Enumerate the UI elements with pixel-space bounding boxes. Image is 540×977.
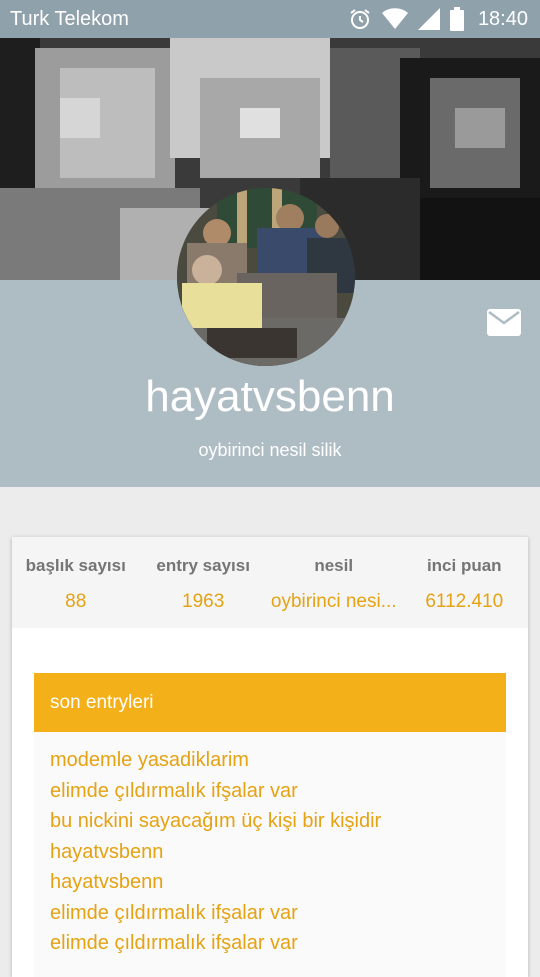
- avatar[interactable]: [177, 188, 355, 366]
- profile-card: başlık sayısı 88 entry sayısı 1963 nesil…: [12, 537, 528, 977]
- entry-link[interactable]: elimde çıldırmalık ifşalar var: [50, 776, 506, 807]
- avatar-image: [177, 188, 355, 366]
- stat-inci-points: inci puan 6112.410: [401, 537, 528, 628]
- mail-icon: [487, 309, 521, 336]
- stat-value: 88: [65, 591, 87, 612]
- stat-label: inci puan: [426, 556, 502, 575]
- status-icons: 18:40: [348, 6, 528, 32]
- entry-link[interactable]: hayatvsbenn: [50, 837, 506, 868]
- entry-link[interactable]: modemle yasadiklarim: [50, 745, 506, 776]
- stat-value: oybirinci nesi...: [270, 591, 397, 612]
- entry-link[interactable]: elimde çıldırmalık ifşalar var: [50, 898, 506, 929]
- message-button[interactable]: [487, 309, 521, 336]
- recent-entries-title: son entryleri: [34, 673, 506, 732]
- entries-list: modemle yasadiklarim elimde çıldırmalık …: [34, 732, 506, 959]
- carrier-name: Turk Telekom: [10, 8, 129, 30]
- wifi-icon: [381, 8, 408, 29]
- recent-entries: son entryleri modemle yasadiklarim elimd…: [34, 673, 506, 977]
- stat-generation: nesil oybirinci nesi...: [267, 537, 401, 628]
- stat-value: 1963: [182, 591, 225, 612]
- stat-label: başlık sayısı: [25, 556, 126, 575]
- battery-icon: [449, 7, 464, 31]
- profile-username: hayatvsbenn: [145, 372, 395, 421]
- stats-row: başlık sayısı 88 entry sayısı 1963 nesil…: [12, 537, 528, 628]
- stat-label: entry sayısı: [156, 556, 250, 575]
- stat-topic-count[interactable]: başlık sayısı 88: [12, 537, 139, 628]
- entry-link[interactable]: elimde çıldırmalık ifşalar var: [50, 928, 506, 959]
- alarm-icon: [350, 9, 370, 29]
- profile-subtitle: oybirinci nesil silik: [198, 440, 342, 460]
- entry-link[interactable]: bu nickini sayacağım üç kişi bir kişidir: [50, 806, 506, 837]
- status-time: 18:40: [477, 7, 528, 30]
- stat-label: nesil: [314, 556, 354, 575]
- stat-entry-count[interactable]: entry sayısı 1963: [139, 537, 266, 628]
- status-bar: Turk Telekom 18:40: [0, 0, 540, 38]
- stat-value: 6112.410: [425, 591, 504, 612]
- signal-icon: [417, 8, 440, 30]
- entry-link[interactable]: hayatvsbenn: [50, 867, 506, 898]
